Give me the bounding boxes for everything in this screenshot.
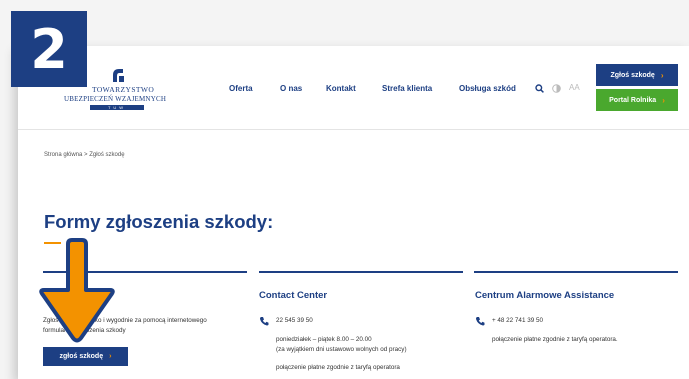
column-divider-2 — [259, 271, 463, 273]
search-icon[interactable] — [535, 84, 544, 93]
nav-item-strefa-klienta[interactable]: Strefa klienta — [382, 84, 432, 93]
assistance-heading: Centrum Alarmowe Assistance — [475, 290, 615, 301]
logo-line2: UBEZPIECZEŃ WZAJEMNYCH — [64, 95, 167, 103]
farmer-portal-button[interactable]: Portal Rolnika › — [596, 89, 678, 111]
breadcrumb: Strona główna > Zgłoś szkodę — [44, 152, 125, 158]
contact-center-hours: poniedziałek – piątek 8.00 – 20.00 — [276, 336, 372, 343]
nav-item-obsluga-szkod[interactable]: Obsługa szkód — [459, 84, 516, 93]
chevron-right-icon: › — [109, 353, 112, 360]
assistance-charge-note: połączenie płatne zgodnie z taryfą opera… — [492, 336, 618, 343]
report-claim-label: zgłoś szkodę — [59, 353, 104, 360]
phone-icon — [475, 317, 485, 326]
header-divider — [18, 129, 689, 130]
breadcrumb-current: Zgłoś szkodę — [89, 152, 125, 158]
chevron-right-icon: › — [662, 95, 665, 105]
contact-center-phone[interactable]: 22 545 39 50 — [276, 317, 313, 324]
contrast-icon[interactable] — [552, 84, 561, 93]
report-claim-header-label: Zgłoś szkodę — [610, 71, 655, 79]
step-badge: 2 — [11, 11, 87, 87]
nav-item-oferta[interactable]: Oferta — [229, 84, 253, 93]
font-size-toggle[interactable]: AA — [569, 83, 580, 92]
logo-line3: TUW — [90, 105, 144, 110]
column-divider-3 — [474, 271, 678, 273]
nav-item-kontakt[interactable]: Kontakt — [326, 84, 356, 93]
logo-line1: TOWARZYSTWO — [92, 85, 155, 94]
assistance-phone[interactable]: + 48 22 741 39 50 — [492, 317, 543, 324]
contact-center-charge-note: połączenie płatne zgodnie z taryfą opera… — [276, 364, 400, 371]
nav-item-o-nas[interactable]: O nas — [280, 84, 302, 93]
down-arrow-icon — [39, 238, 115, 343]
phone-icon — [259, 317, 269, 326]
breadcrumb-home[interactable]: Strona główna — [44, 152, 82, 158]
breadcrumb-separator: > — [84, 152, 88, 158]
report-claim-button[interactable]: zgłoś szkodę › — [43, 347, 128, 366]
page-title: Formy zgłoszenia szkody: — [44, 211, 274, 232]
chevron-right-icon: › — [660, 70, 664, 80]
farmer-portal-label: Portal Rolnika — [609, 96, 657, 104]
report-claim-header-button[interactable]: Zgłoś szkodę › — [596, 64, 678, 86]
contact-center-heading: Contact Center — [259, 290, 328, 301]
contact-center-hours-note: (za wyjątkiem dni ustawowo wolnych od pr… — [276, 346, 407, 353]
logo-mark-icon — [113, 69, 124, 82]
